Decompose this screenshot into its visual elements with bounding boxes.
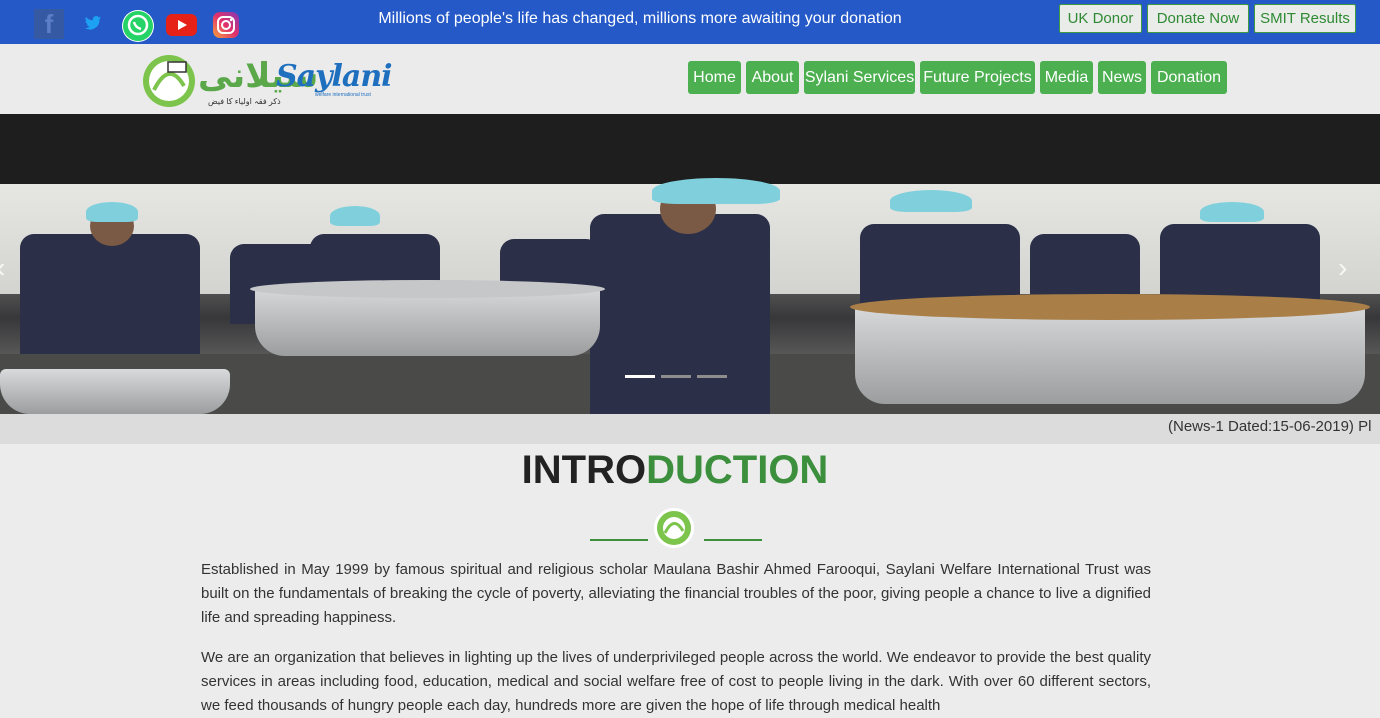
- saylani-logo[interactable]: سیلانی Saylani welfare international tru…: [140, 50, 393, 110]
- slider-next-arrow[interactable]: ›: [1338, 252, 1347, 284]
- facebook-icon[interactable]: f: [34, 9, 64, 39]
- intro-heading-part2: DUCTION: [646, 448, 829, 492]
- intro-paragraph: Established in May 1999 by famous spirit…: [201, 561, 1151, 626]
- worker-cap: [330, 206, 380, 226]
- slider-indicators: [625, 375, 727, 378]
- smit-results-button[interactable]: SMIT Results: [1254, 4, 1356, 33]
- whatsapp-icon[interactable]: [122, 10, 154, 42]
- slider-dot[interactable]: [625, 375, 655, 378]
- logo-subtitle: welfare international trust: [315, 92, 371, 98]
- nav-home[interactable]: Home: [688, 61, 741, 94]
- pot-rim: [250, 280, 605, 298]
- intro-heading: INTRODUCTION: [0, 446, 1350, 494]
- top-bar: f Millions of people's life has changed,…: [0, 0, 1380, 44]
- heading-divider: [590, 508, 762, 548]
- hero-slider[interactable]: ‹ ›: [0, 114, 1380, 414]
- worker-figure: [590, 214, 770, 414]
- logo-urdu-tagline: ذکر فقہ اولیاء کا فیض: [208, 97, 281, 106]
- header: سیلانی Saylani welfare international tru…: [0, 44, 1380, 114]
- pot-rim: [850, 294, 1370, 320]
- nav-future-projects[interactable]: Future Projects: [920, 61, 1035, 94]
- nav-news[interactable]: News: [1098, 61, 1146, 94]
- worker-cap: [652, 178, 780, 204]
- news-ticker-text[interactable]: (News-1 Dated:15-06-2019) Pl: [1168, 414, 1371, 440]
- logo-english-text: Saylani: [276, 59, 393, 94]
- divider-line: [590, 539, 648, 541]
- worker-figure: [20, 234, 200, 354]
- divider-line: [704, 539, 762, 541]
- worker-cap: [1200, 202, 1264, 222]
- worker-cap: [890, 190, 972, 212]
- slider-prev-arrow[interactable]: ‹: [0, 252, 5, 284]
- nav-sylani-services[interactable]: Sylani Services: [804, 61, 915, 94]
- logo-emblem-icon: [654, 508, 694, 548]
- hero-ceiling: [0, 114, 1380, 184]
- nav-donation[interactable]: Donation: [1151, 61, 1227, 94]
- youtube-icon[interactable]: [166, 14, 197, 36]
- donate-now-button[interactable]: Donate Now: [1147, 4, 1249, 33]
- news-ticker: (News-1 Dated:15-06-2019) Pl: [0, 414, 1380, 444]
- intro-paragraph: We are an organization that believes in …: [201, 649, 1151, 714]
- instagram-icon[interactable]: [213, 12, 239, 38]
- twitter-icon[interactable]: [84, 14, 102, 32]
- slider-dot[interactable]: [697, 375, 727, 378]
- slider-dot[interactable]: [661, 375, 691, 378]
- logo-emblem-icon: [143, 55, 195, 107]
- nav-media[interactable]: Media: [1040, 61, 1093, 94]
- cooking-pot: [0, 369, 230, 414]
- intro-heading-part1: INTRO: [521, 448, 647, 492]
- nav-about[interactable]: About: [746, 61, 799, 94]
- worker-cap: [86, 202, 138, 222]
- uk-donor-button[interactable]: UK Donor: [1059, 4, 1142, 33]
- donation-tagline: Millions of people's life has changed, m…: [378, 10, 902, 27]
